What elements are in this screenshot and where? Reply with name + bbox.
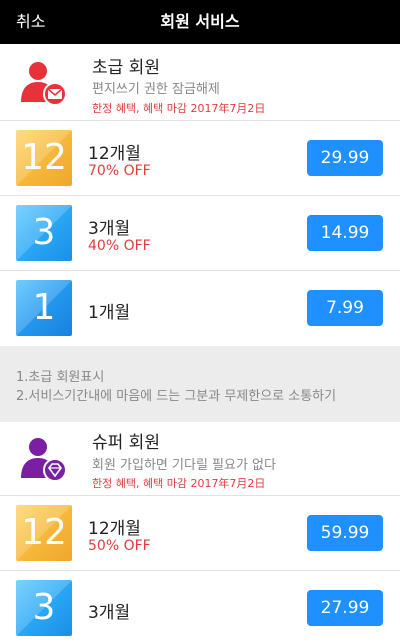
price-button[interactable]: 7.99 bbox=[307, 290, 383, 326]
plan-row: 1 1개월 7.99 bbox=[0, 270, 400, 345]
page-title: 회원 서비스 bbox=[160, 12, 240, 31]
user-mail-icon bbox=[21, 62, 67, 106]
price-button[interactable]: 29.99 bbox=[307, 140, 383, 176]
notes-section: 1.초급 회원표시 2.서비스기간내에 마음에 드는 그분과 무제한으로 소통하… bbox=[0, 346, 400, 422]
plan-name: 12개월 bbox=[88, 519, 141, 539]
cancel-button[interactable]: 취소 bbox=[16, 0, 45, 44]
plan-row: 12 12개월 50% OFF 59.99 bbox=[0, 495, 400, 570]
note-line: 2.서비스기간내에 마음에 드는 그분과 무제한으로 소통하기 bbox=[16, 389, 337, 404]
tier-description: 편지쓰기 권한 잠금해제 bbox=[92, 82, 220, 97]
tier-title: 슈퍼 회원 bbox=[92, 433, 160, 453]
plan-discount: 70% OFF bbox=[88, 163, 151, 179]
price-button[interactable]: 14.99 bbox=[307, 215, 383, 251]
plan-row: 12 12개월 70% OFF 29.99 bbox=[0, 120, 400, 195]
price-button[interactable]: 27.99 bbox=[307, 590, 383, 626]
plan-badge-icon: 12 bbox=[16, 505, 72, 561]
plan-name: 3개월 bbox=[88, 219, 131, 239]
nav-bar: 취소 회원 서비스 bbox=[0, 0, 400, 44]
plan-discount: 40% OFF bbox=[88, 238, 151, 254]
tier-description: 회원 가입하면 기다릴 필요가 없다 bbox=[92, 458, 276, 473]
plan-row: 3 3개월 27.99 bbox=[0, 570, 400, 642]
tier-title: 초급 회원 bbox=[92, 58, 160, 78]
user-diamond-icon bbox=[21, 438, 67, 482]
plan-row: 3 3개월 40% OFF 14.99 bbox=[0, 195, 400, 270]
note-line: 1.초급 회원표시 bbox=[16, 370, 105, 385]
plan-name: 12개월 bbox=[88, 144, 141, 164]
plan-name: 1개월 bbox=[88, 303, 131, 323]
plan-badge-icon: 1 bbox=[16, 280, 72, 336]
tier-header-basic: 초급 회원 편지쓰기 권한 잠금해제 한정 혜택, 혜택 마감 2017年7月2… bbox=[0, 44, 400, 120]
plan-name: 3개월 bbox=[88, 603, 131, 623]
plan-discount: 50% OFF bbox=[88, 538, 151, 554]
tier-promo: 한정 혜택, 혜택 마감 2017年7月2日 bbox=[92, 477, 266, 490]
plan-badge-icon: 12 bbox=[16, 130, 72, 186]
tier-promo: 한정 혜택, 혜택 마감 2017年7月2日 bbox=[92, 102, 266, 115]
tier-header-super: 슈퍼 회원 회원 가입하면 기다릴 필요가 없다 한정 혜택, 혜택 마감 20… bbox=[0, 422, 400, 498]
plan-badge-icon: 3 bbox=[16, 205, 72, 261]
plan-badge-icon: 3 bbox=[16, 580, 72, 636]
price-button[interactable]: 59.99 bbox=[307, 515, 383, 551]
